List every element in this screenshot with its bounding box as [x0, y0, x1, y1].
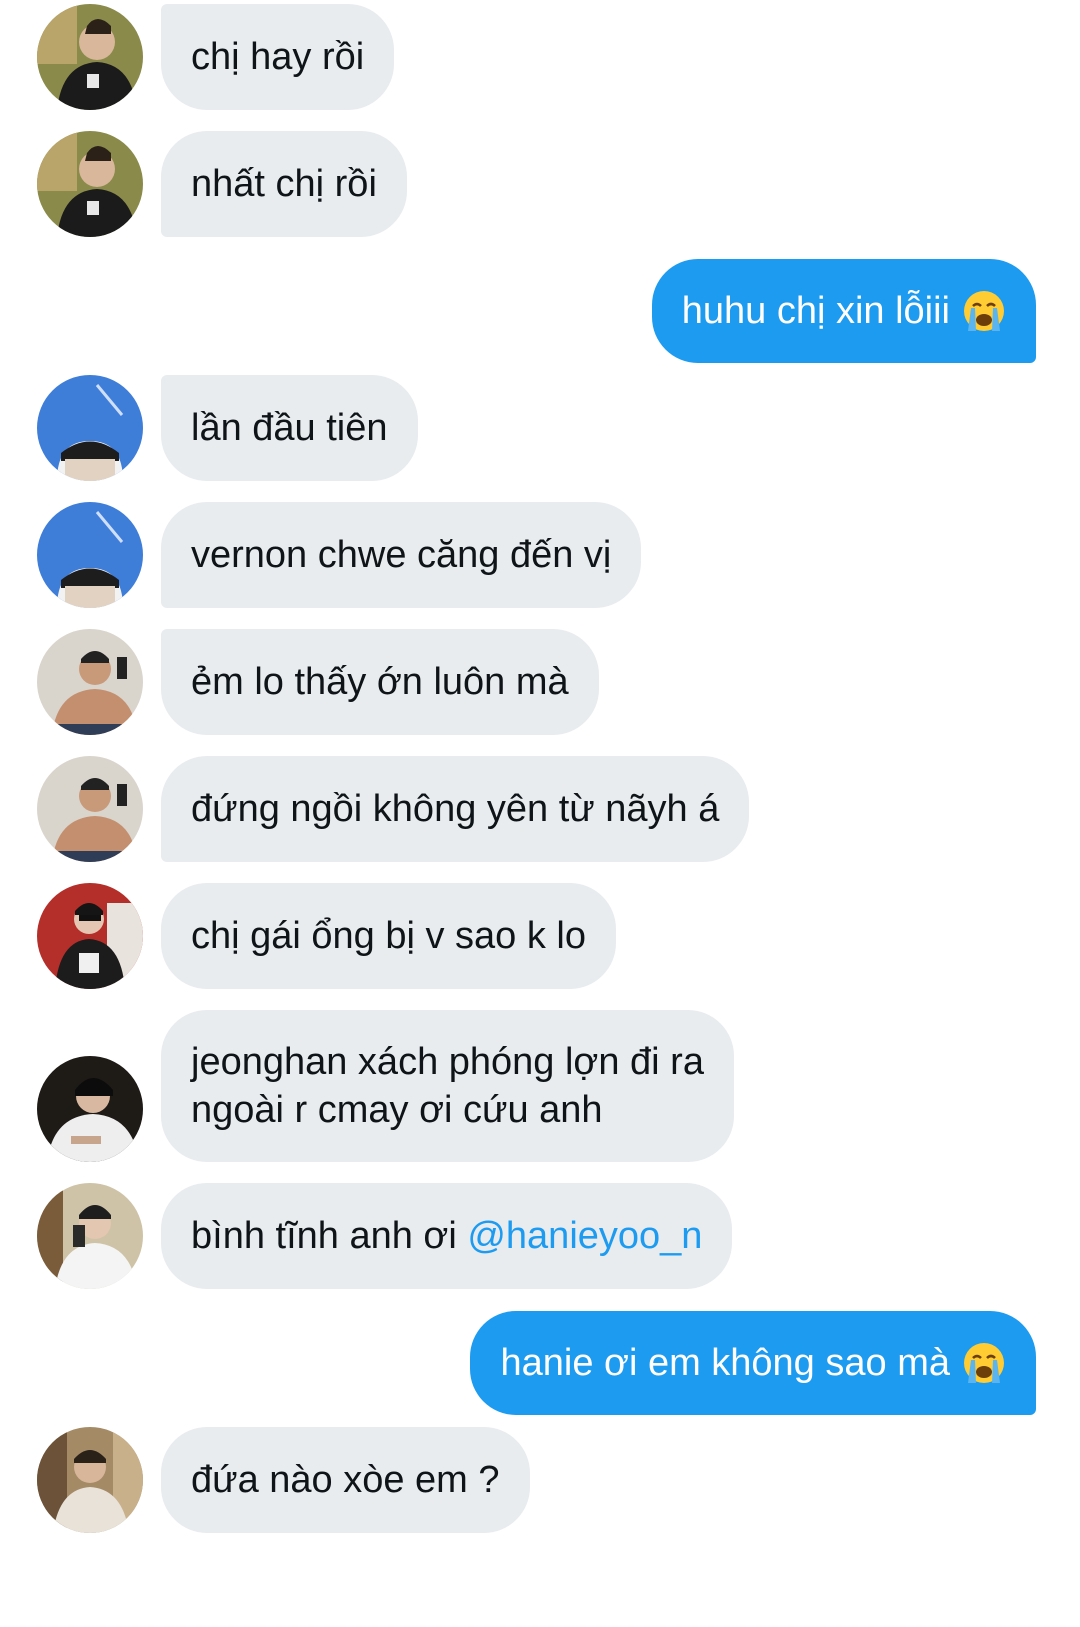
message-row: lần đầu tiên: [0, 375, 1080, 481]
avatar[interactable]: [37, 1183, 143, 1289]
message-bubble[interactable]: chị gái ổng bị v sao k lo: [161, 883, 617, 989]
message-text: ẻm lo thấy ớn luôn mà: [191, 661, 569, 703]
message-bubble[interactable]: lần đầu tiên: [161, 375, 418, 481]
message-row: hanie ơi em không sao mà: [0, 1311, 1080, 1415]
message-bubble[interactable]: đứa nào xòe em ?: [161, 1427, 530, 1533]
avatar[interactable]: [37, 883, 143, 989]
avatar[interactable]: [37, 1427, 143, 1533]
message-text: đứng ngồi không yên từ nãyh á: [191, 788, 720, 830]
mention-link[interactable]: @hanieyoo_n: [467, 1212, 702, 1260]
avatar-phone-selfie: [37, 1183, 143, 1289]
message-bubble-sent[interactable]: hanie ơi em không sao mà: [470, 1311, 1036, 1415]
message-text: jeonghan xách phóng lợn đi ra ngoài r cm…: [191, 1041, 704, 1131]
message-text: nhất chị rồi: [191, 163, 377, 205]
message-row: jeonghan xách phóng lợn đi ra ngoài r cm…: [0, 1010, 1080, 1162]
avatar-jacket-man: [37, 4, 143, 110]
message-row: vernon chwe căng đến vị: [0, 502, 1080, 608]
avatar[interactable]: [37, 629, 143, 735]
message-text: huhu chị xin lỗiii: [681, 290, 950, 332]
avatar[interactable]: [37, 756, 143, 862]
message-row: huhu chị xin lỗiii: [0, 259, 1080, 363]
avatar[interactable]: [37, 375, 143, 481]
avatar[interactable]: [37, 4, 143, 110]
message-bubble[interactable]: bình tĩnh anh ơi @hanieyoo_n: [161, 1183, 733, 1289]
message-bubble[interactable]: jeonghan xách phóng lợn đi ra ngoài r cm…: [161, 1010, 734, 1162]
message-text: chị gái ổng bị v sao k lo: [191, 915, 587, 957]
avatar-jacket-man: [37, 131, 143, 237]
avatar[interactable]: [37, 131, 143, 237]
avatar-mirror-selfie: [37, 629, 143, 735]
avatar-sky-beanie: [37, 375, 143, 481]
avatar-mirror-selfie: [37, 756, 143, 862]
avatar[interactable]: [37, 1056, 143, 1162]
avatar-hallway-man: [37, 1427, 143, 1533]
message-bubble[interactable]: nhất chị rồi: [161, 131, 407, 237]
loudly-crying-face-icon: [964, 1343, 1004, 1383]
message-text: bình tĩnh anh ơi: [191, 1215, 468, 1257]
message-row: đứa nào xòe em ?: [0, 1427, 1080, 1533]
avatar-dark-white-shirt: [37, 1056, 143, 1162]
message-row: bình tĩnh anh ơi @hanieyoo_n: [0, 1183, 1080, 1289]
message-text: đứa nào xòe em ?: [191, 1459, 500, 1501]
message-bubble[interactable]: vernon chwe căng đến vị: [161, 502, 642, 608]
message-text: vernon chwe căng đến vị: [191, 534, 612, 576]
avatar[interactable]: [37, 502, 143, 608]
message-bubble[interactable]: ẻm lo thấy ớn luôn mà: [161, 629, 599, 735]
message-bubble-sent[interactable]: huhu chị xin lỗiii: [651, 259, 1036, 363]
loudly-crying-face-icon: [964, 291, 1004, 331]
message-row: chị gái ổng bị v sao k lo: [0, 883, 1080, 989]
message-row: chị hay rồi: [0, 4, 1080, 110]
message-text: hanie ơi em không sao mà: [500, 1342, 950, 1384]
message-row: nhất chị rồi: [0, 131, 1080, 237]
dm-thread: chị hay rồi nhất chị rồi huhu chị xin lỗ…: [0, 0, 1080, 1627]
message-row: ẻm lo thấy ớn luôn mà: [0, 629, 1080, 735]
message-row: đứng ngồi không yên từ nãyh á: [0, 756, 1080, 862]
message-bubble[interactable]: đứng ngồi không yên từ nãyh á: [161, 756, 750, 862]
avatar-red-store: [37, 883, 143, 989]
message-text: chị hay rồi: [191, 36, 365, 78]
message-bubble[interactable]: chị hay rồi: [161, 4, 395, 110]
avatar-sky-beanie: [37, 502, 143, 608]
message-text: lần đầu tiên: [191, 407, 388, 449]
